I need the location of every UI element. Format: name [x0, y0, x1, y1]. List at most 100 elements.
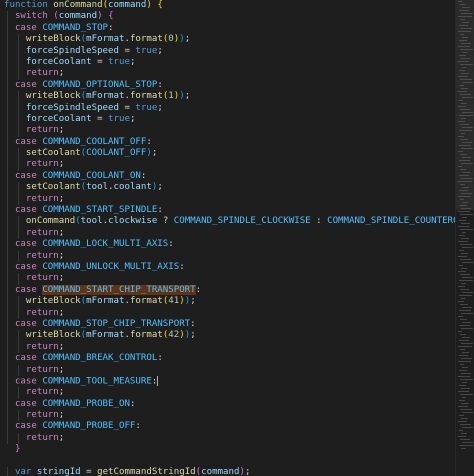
code-line[interactable]: return;: [0, 307, 455, 319]
code-line[interactable]: writeBlock(mFormat.format(41));: [0, 296, 455, 308]
code-line[interactable]: case COMMAND_PROBE_OFF:: [0, 421, 455, 433]
indent-guide: [7, 398, 8, 411]
code-line[interactable]: case COMMAND_COOLANT_ON:: [0, 170, 455, 183]
code-line[interactable]: writeBlock(mFormat.format(42));: [0, 330, 455, 342]
minimap-line: [458, 436, 466, 437]
code-line[interactable]: case COMMAND_BREAK_CONTROL:: [0, 353, 455, 365]
code-line[interactable]: case COMMAND_STOP:: [0, 22, 455, 35]
code-line[interactable]: return;: [0, 410, 455, 422]
code-token: =: [80, 467, 98, 476]
minimap-line: [460, 409, 472, 410]
indent-guide: [18, 364, 19, 376]
code-token: =: [118, 102, 136, 113]
code-token: command: [201, 467, 240, 476]
code-line[interactable]: var stringId = getCommandStringId(comman…: [0, 467, 455, 476]
minimap-line: [460, 364, 464, 365]
code-token: ;: [157, 45, 163, 56]
code-token: ;: [58, 432, 65, 443]
minimap-line: [459, 100, 463, 101]
minimap-line: [461, 88, 468, 89]
code-line[interactable]: [0, 456, 455, 467]
minimap-line: [459, 205, 467, 206]
code-editor[interactable]: function onCommand(command) { switch (co…: [0, 0, 455, 476]
code-token: return: [25, 227, 59, 238]
code-token: return: [25, 364, 59, 375]
indent-guide: [7, 421, 8, 433]
code-line[interactable]: forceSpindleSpeed = true;: [0, 45, 455, 57]
code-line[interactable]: onCommand(tool.clockwise ? COMMAND_SPIND…: [0, 216, 455, 228]
code-token: :: [168, 239, 174, 250]
code-token: forceCoolant: [25, 113, 92, 124]
code-line[interactable]: case COMMAND_UNLOCK_MULTI_AXIS:: [0, 261, 455, 274]
code-line[interactable]: case COMMAND_LOCK_MULTI_AXIS:: [0, 239, 455, 251]
code-token: getCommandStringId: [97, 467, 196, 476]
indent-guide: [7, 136, 8, 149]
code-token: format: [129, 91, 163, 102]
minimap-line: [458, 16, 472, 17]
code-token: case: [14, 376, 43, 387]
minimap-line: [462, 52, 467, 53]
minimap-line: [462, 217, 467, 218]
code-line[interactable]: return;: [0, 387, 455, 399]
code-line[interactable]: return;: [0, 227, 455, 240]
code-line[interactable]: return;: [0, 68, 455, 80]
code-line[interactable]: }: [0, 444, 455, 455]
code-line[interactable]: case COMMAND_STOP_CHIP_TRANSPORT:: [0, 318, 455, 331]
code-line[interactable]: setCoolant(COOLANT_OFF);: [0, 148, 455, 160]
code-line[interactable]: writeBlock(mFormat.format(1));: [0, 91, 455, 103]
code-token: setCoolant: [25, 182, 81, 193]
code-token: true: [108, 113, 130, 124]
code-line[interactable]: forceSpindleSpeed = true;: [0, 102, 455, 114]
code-line[interactable]: switch (command) {: [0, 11, 455, 23]
minimap-line: [460, 304, 468, 305]
code-line[interactable]: return;: [0, 193, 455, 206]
minimap-line: [462, 427, 473, 428]
code-line[interactable]: case COMMAND_COOLANT_OFF:: [0, 136, 455, 149]
code-line[interactable]: return;: [0, 159, 455, 171]
code-line[interactable]: case COMMAND_START_CHIP_TRANSPORT:: [0, 284, 455, 297]
indent-guide: [7, 318, 8, 331]
code-line[interactable]: return;: [0, 432, 455, 445]
code-line[interactable]: writeBlock(mFormat.format(0));: [0, 34, 455, 46]
indent-guide: [18, 193, 19, 206]
minimap-line: [459, 70, 465, 71]
code-line[interactable]: function onCommand(command) {: [0, 0, 455, 11]
code-token: return: [25, 193, 59, 204]
code-token: ;: [58, 193, 65, 204]
code-line[interactable]: forceCoolant = true;: [0, 113, 455, 126]
code-line[interactable]: return;: [0, 341, 455, 354]
code-token: case: [14, 398, 43, 409]
indent-guide: [18, 113, 19, 126]
minimap-line: [459, 445, 473, 446]
indent-guide: [18, 330, 19, 342]
code-token: :: [157, 353, 163, 364]
minimap-line: [458, 136, 464, 137]
minimap-line: [461, 223, 470, 224]
code-line[interactable]: return;: [0, 273, 455, 285]
indent-guide: [7, 432, 8, 445]
code-line[interactable]: case COMMAND_TOOL_MEASURE:: [0, 375, 455, 388]
code-line[interactable]: return;: [0, 125, 455, 137]
code-token: :: [146, 136, 152, 147]
indent-guide: [7, 102, 8, 114]
code-line[interactable]: setCoolant(tool.coolant);: [0, 182, 455, 194]
indent-guide: [18, 45, 19, 57]
code-line[interactable]: case COMMAND_START_SPINDLE:: [0, 205, 455, 217]
minimap-line: [458, 256, 467, 257]
code-token: forceCoolant: [25, 56, 92, 67]
minimap-line: [461, 178, 473, 179]
code-token: ;: [184, 91, 191, 102]
minimap[interactable]: [455, 0, 474, 476]
code-line[interactable]: case COMMAND_PROBE_ON:: [0, 398, 455, 411]
minimap-line: [462, 262, 473, 263]
code-line[interactable]: return;: [0, 364, 455, 376]
code-token: case: [14, 205, 43, 216]
code-line[interactable]: forceCoolant = true;: [0, 56, 455, 69]
code-line[interactable]: case COMMAND_OPTIONAL_STOP:: [0, 79, 455, 92]
code-token: mFormat: [86, 91, 125, 102]
code-token: :: [129, 398, 136, 409]
code-line[interactable]: return;: [0, 250, 455, 262]
minimap-line: [460, 394, 473, 395]
minimap-line: [460, 439, 470, 440]
